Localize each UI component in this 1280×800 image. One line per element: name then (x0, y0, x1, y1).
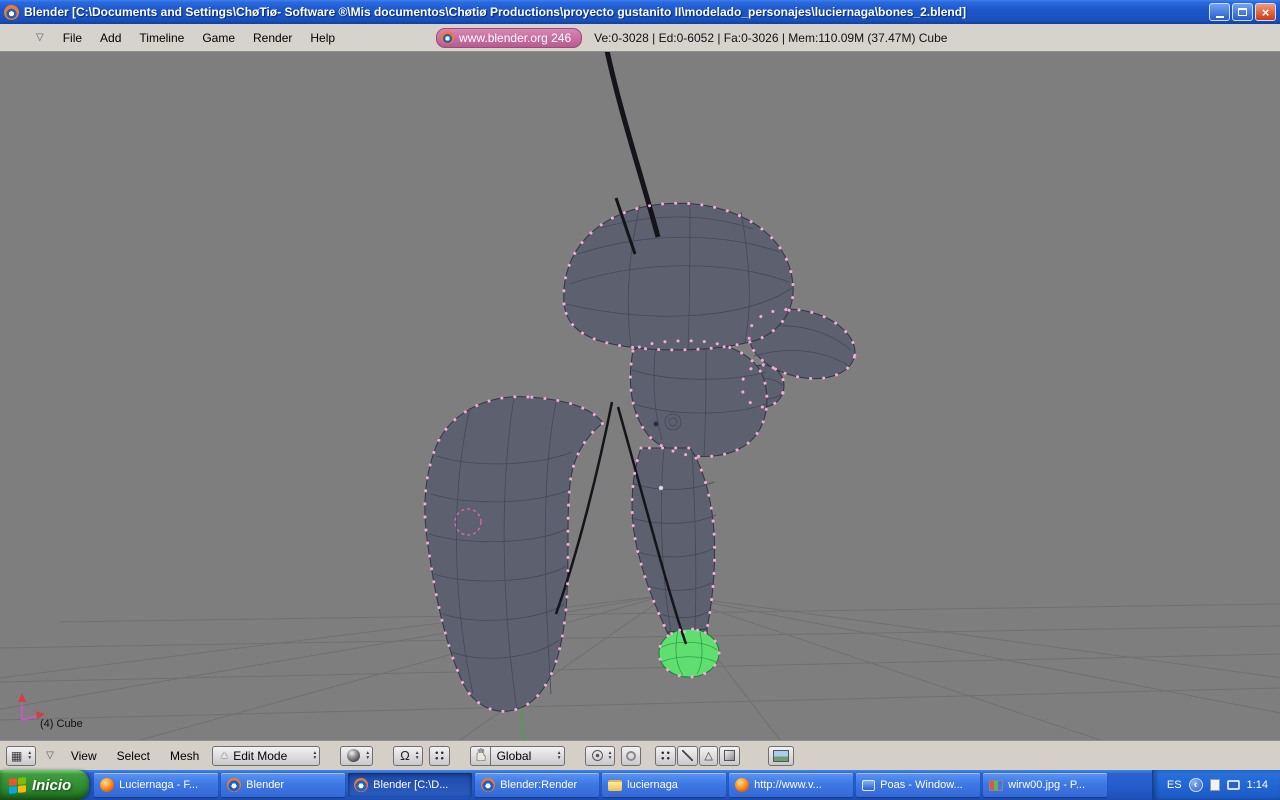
floor-grid (0, 596, 1280, 740)
pivot-dropdown[interactable]: Ω ▴ ▾ (393, 745, 423, 766)
close-icon: × (1261, 4, 1270, 20)
view-header-3d: ▦ ▴ ▾ ▽ View Select Mesh ▲ Edit Mode ▴ ▾ ▴… (0, 740, 1280, 770)
menu-help[interactable]: Help (301, 29, 344, 47)
header-collapse-icon[interactable]: ▽ (42, 750, 58, 761)
render-image-icon (772, 749, 789, 762)
face-select-button[interactable]: △ (699, 745, 718, 766)
manipulator-icon (433, 750, 445, 761)
menu-file[interactable]: File (54, 29, 91, 47)
menu-select[interactable]: Select (110, 749, 157, 763)
panel-collapse-icon[interactable]: ▽ (8, 32, 54, 43)
blender-icon (227, 778, 242, 792)
3d-view-icon: ▦ (11, 748, 23, 763)
stepper-arrows: ▴ ▾ (557, 749, 561, 761)
snap-toggle[interactable] (621, 745, 642, 766)
blender-logo-icon (441, 31, 455, 44)
task-item-folder-luciernaga[interactable]: luciernaga (602, 773, 727, 797)
badge-label: www.blender.org 246 (459, 30, 572, 45)
viewport-3d[interactable]: (4) Cube (0, 52, 1280, 740)
render-preview-button[interactable] (767, 745, 794, 766)
mode-dropdown[interactable]: ▲ Edit Mode ▴ ▾ (212, 745, 321, 766)
stepper-arrows: ▴ ▾ (28, 749, 32, 761)
menu-timeline[interactable]: Timeline (130, 29, 193, 47)
menu-render[interactable]: Render (244, 29, 301, 47)
mode-label: Edit Mode (233, 748, 288, 763)
maximize-icon (1238, 8, 1247, 16)
stepper-arrows: ▴ ▾ (608, 749, 612, 761)
windows-logo-icon (9, 776, 26, 794)
blender-icon (481, 778, 496, 792)
task-item-blender-render[interactable]: Blender:Render (475, 773, 600, 797)
task-item-blender-file[interactable]: Blender [C:\D... (348, 773, 473, 797)
stepper-arrows: ▴ ▾ (415, 749, 419, 761)
task-item-list: Luciernaga - F... Blender Blender [C:\D.… (89, 770, 1152, 800)
tray-display-icon[interactable] (1226, 780, 1240, 790)
window-titlebar[interactable]: Blender [C:\Documents and Settings\ChøTi… (0, 0, 1280, 24)
proportional-edit-dropdown[interactable]: ▴ ▾ (584, 745, 616, 766)
tray-document-icon[interactable] (1209, 779, 1220, 791)
firefox-icon (100, 778, 115, 792)
vertex-select-button[interactable] (655, 745, 677, 766)
folder-icon (608, 779, 623, 791)
vertex-select-icon (660, 750, 672, 761)
firefox-icon (735, 778, 750, 792)
start-label: Inicio (32, 776, 72, 794)
edge-select-icon (682, 750, 694, 761)
close-button[interactable]: × (1255, 3, 1276, 21)
taskbar: Inicio Luciernaga - F... Blender Blender… (0, 770, 1280, 800)
minimize-icon (1215, 15, 1224, 18)
task-item-browser[interactable]: http://www.v... (729, 773, 854, 797)
task-item-blender[interactable]: Blender (221, 773, 346, 797)
proportional-edit-icon (591, 750, 603, 761)
blender-menubar: ▽ File Add Timeline Game Render Help www… (0, 24, 1280, 52)
start-button[interactable]: Inicio (0, 770, 90, 800)
snap-icon (626, 750, 637, 761)
orientation-label: Global (496, 748, 532, 763)
minimize-button[interactable] (1209, 3, 1230, 21)
edge-select-button[interactable] (677, 745, 699, 766)
hide-icons-button[interactable]: ‹ (1188, 778, 1203, 792)
menu-view[interactable]: View (64, 749, 104, 763)
window-title: Blender [C:\Documents and Settings\ChøTi… (24, 5, 967, 19)
viewport-canvas[interactable] (0, 52, 1280, 740)
orientation-dropdown[interactable]: Global ▴ ▾ (490, 745, 565, 766)
system-tray: ES ‹ 1:14 (1151, 770, 1280, 800)
desktop-screen: Blender [C:\Documents and Settings\ChøTi… (0, 0, 1280, 800)
image-file-icon (989, 779, 1004, 791)
clock[interactable]: 1:14 (1247, 779, 1268, 791)
solid-shading-icon (347, 749, 361, 762)
task-item-image-viewer[interactable]: wirw00.jpg - P... (983, 773, 1108, 797)
maximize-button[interactable] (1232, 3, 1253, 21)
editor-type-selector[interactable]: ▦ ▴ ▾ (6, 745, 37, 766)
occlude-icon (723, 750, 735, 761)
manipulator-toggle[interactable] (428, 745, 450, 766)
menu-add[interactable]: Add (91, 29, 130, 47)
stepper-arrows: ▴ ▾ (313, 749, 317, 761)
menu-mesh[interactable]: Mesh (163, 749, 206, 763)
blender-icon (354, 778, 369, 792)
blender-app-icon (4, 4, 19, 20)
hand-icon (475, 747, 486, 764)
active-object-label: (4) Cube (40, 718, 83, 730)
draw-type-dropdown[interactable]: ▴ ▾ (340, 745, 374, 766)
scene-statistics: Ve:0-3028 | Ed:0-6052 | Fa:0-3026 | Mem:… (594, 30, 948, 45)
hand-toggle[interactable] (469, 745, 491, 766)
blender-version-badge[interactable]: www.blender.org 246 (436, 27, 583, 48)
edit-mode-icon: ▲ (219, 750, 230, 761)
occlude-toggle-button[interactable] (718, 745, 740, 766)
axis-gizmo (18, 693, 45, 721)
pivot-icon: Ω (400, 748, 410, 763)
stepper-arrows: ▴ ▾ (366, 749, 370, 761)
window-icon (862, 779, 876, 791)
face-select-icon: △ (704, 750, 713, 762)
menu-game[interactable]: Game (193, 29, 244, 47)
task-item-poas-window[interactable]: Poas - Window... (856, 773, 981, 797)
language-indicator[interactable]: ES (1167, 779, 1182, 791)
task-item-luciernaga-firefox[interactable]: Luciernaga - F... (94, 773, 219, 797)
